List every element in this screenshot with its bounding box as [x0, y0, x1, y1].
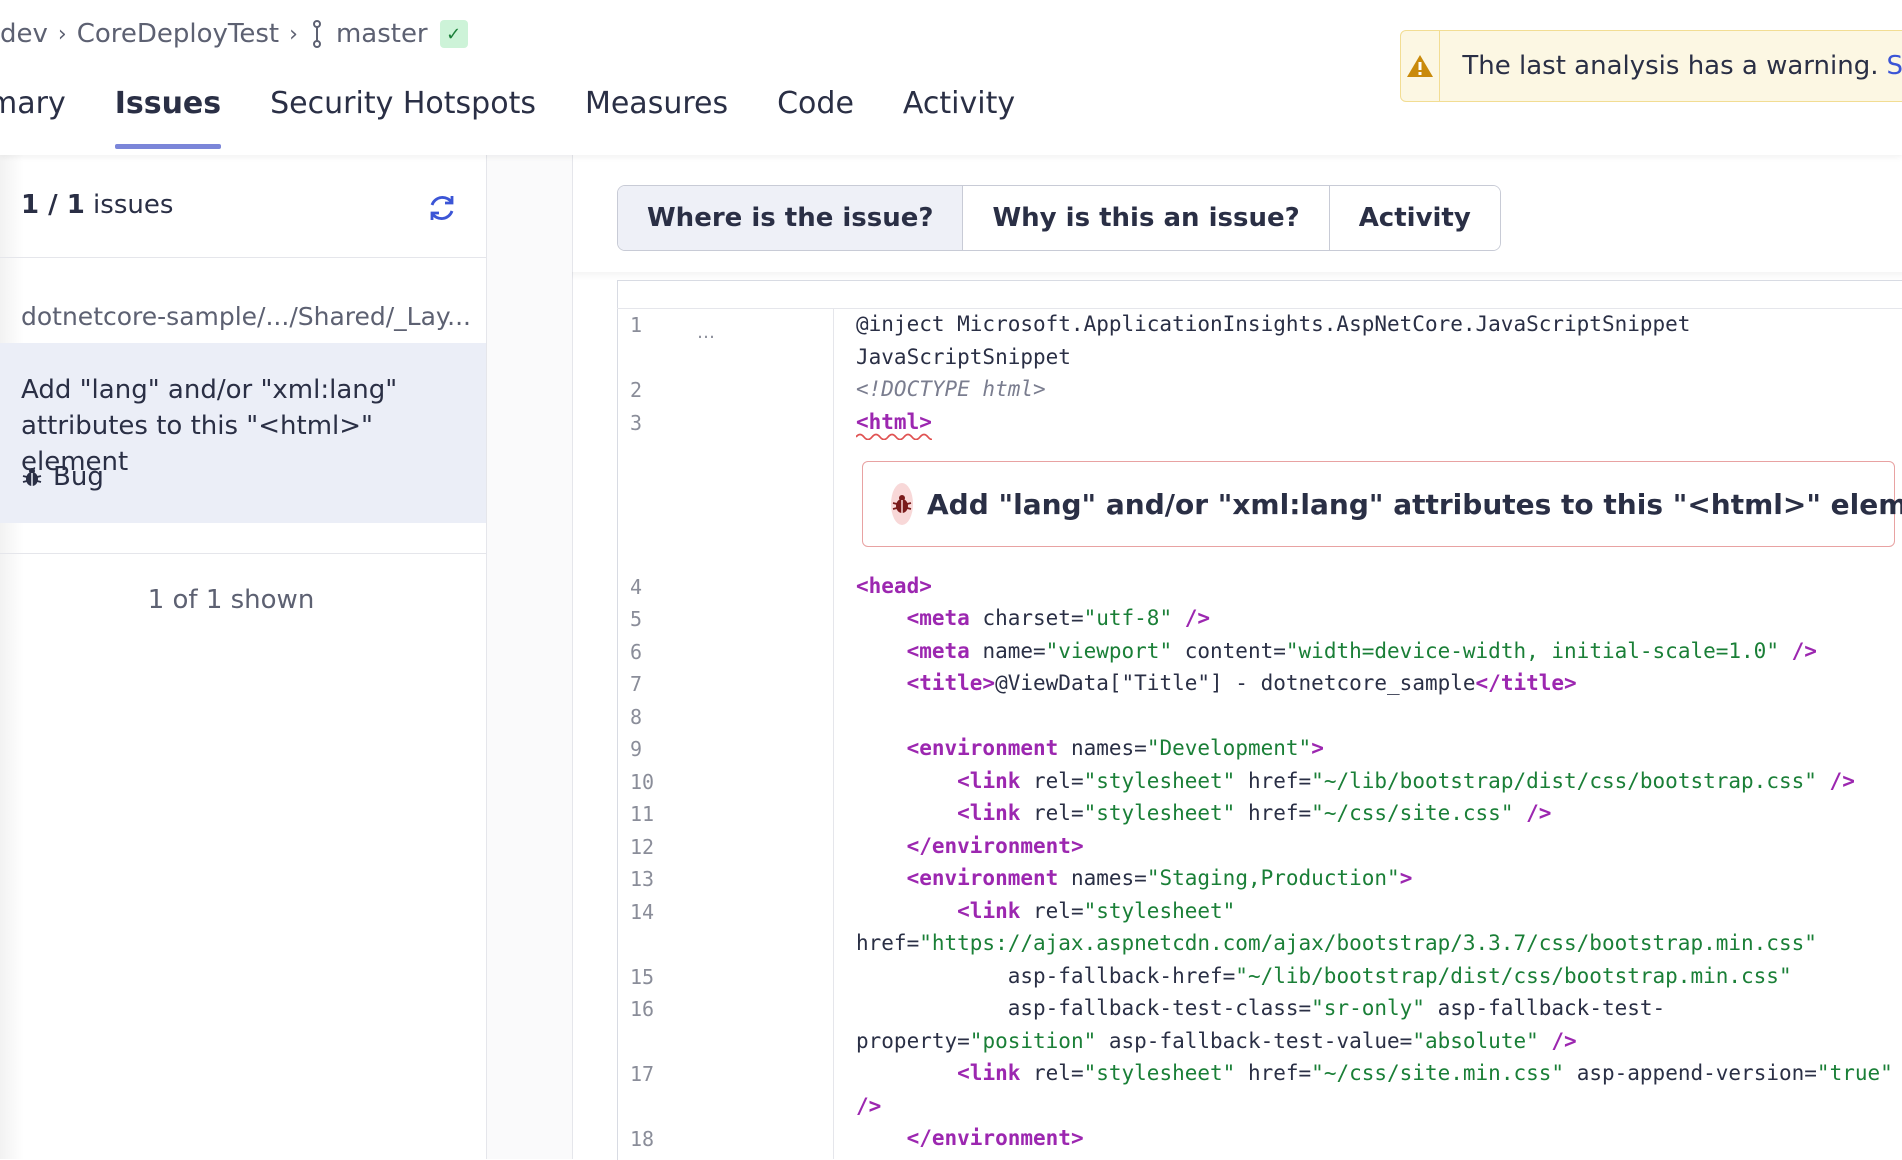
breadcrumb-item-project[interactable]: CoreDeployTest	[77, 19, 279, 49]
issues-count: 1 / 1 issues	[21, 190, 173, 220]
code-line: <link rel="stylesheet" href="~/lib/boots…	[856, 769, 1855, 793]
line-number: 15	[630, 965, 670, 989]
tab-issues[interactable]: Issues	[115, 80, 221, 149]
code-line: JavaScriptSnippet	[856, 345, 1071, 369]
line-number: 5	[630, 607, 670, 631]
chevron-right-icon: ›	[289, 22, 298, 47]
line-number: 12	[630, 835, 670, 859]
code-line: asp-fallback-href="~/lib/bootstrap/dist/…	[856, 964, 1792, 988]
tab-activity[interactable]: Activity	[903, 80, 1015, 149]
code-line: </environment>	[856, 1126, 1084, 1150]
code-line: <html>	[856, 410, 932, 434]
code-line: <title>@ViewData["Title"] - dotnetcore_s…	[856, 671, 1577, 695]
tab-security-hotspots[interactable]: Security Hotspots	[270, 80, 536, 149]
code-line: <link rel="stylesheet"	[856, 899, 1235, 923]
code-line: @inject Microsoft.ApplicationInsights.As…	[856, 312, 1690, 336]
line-number: 3	[630, 411, 670, 435]
code-line: property="position" asp-fallback-test-va…	[856, 1029, 1577, 1053]
project-nav: mary Issues Security Hotspots Measures C…	[0, 80, 1064, 155]
breadcrumb: dev › CoreDeployTest › master ✓	[0, 14, 468, 54]
code-line: />	[856, 1094, 881, 1118]
tabs-shadow	[572, 272, 1902, 280]
tab-measures[interactable]: Measures	[585, 80, 728, 149]
bug-icon	[891, 483, 913, 525]
quality-gate-passed-icon: ✓	[440, 20, 468, 48]
tab-why-is-this-an-issue[interactable]: Why is this an issue?	[963, 186, 1329, 250]
tab-activity-detail[interactable]: Activity	[1330, 186, 1500, 250]
issue-type: Bug	[21, 462, 104, 492]
inline-issue-text: Add "lang" and/or "xml:lang" attributes …	[927, 488, 1902, 521]
code-line: href="https://ajax.aspnetcdn.com/ajax/bo…	[856, 931, 1817, 955]
refresh-icon[interactable]	[426, 192, 458, 224]
divider	[0, 553, 486, 554]
code-line: <!DOCTYPE html>	[856, 377, 1046, 401]
branch-name[interactable]: master	[336, 19, 428, 49]
shown-count: 1 of 1 shown	[0, 585, 462, 615]
line-number: 1	[630, 313, 670, 337]
bug-icon	[21, 466, 43, 488]
line-number: 17	[630, 1062, 670, 1086]
code-line: <meta name="viewport" content="width=dev…	[856, 639, 1817, 663]
code-line: <link rel="stylesheet" href="~/css/site.…	[856, 801, 1551, 825]
divider	[0, 257, 486, 258]
code-line: <environment names="Staging,Production">	[856, 866, 1412, 890]
warning-icon	[1401, 31, 1440, 101]
issue-squiggle	[856, 432, 932, 440]
tab-code[interactable]: Code	[777, 80, 854, 149]
line-number: 16	[630, 997, 670, 1021]
code-line: <link rel="stylesheet" href="~/css/site.…	[856, 1061, 1893, 1085]
line-number: 10	[630, 770, 670, 794]
issue-detail-tabs: Where is the issue? Why is this an issue…	[617, 185, 1501, 251]
line-number: 4	[630, 575, 670, 599]
line-number: 13	[630, 867, 670, 891]
line-number: 14	[630, 900, 670, 924]
panel-gutter	[487, 155, 573, 1159]
warning-details-link[interactable]: Se	[1887, 51, 1902, 81]
tab-where-is-the-issue[interactable]: Where is the issue?	[618, 186, 963, 250]
code-line: <environment names="Development">	[856, 736, 1324, 760]
analysis-warning-banner: The last analysis has a warning.Se	[1400, 30, 1902, 102]
code-line: </environment>	[856, 834, 1084, 858]
line-number: 8	[630, 705, 670, 729]
issue-type-label: Bug	[53, 462, 104, 492]
code-viewer	[617, 280, 1902, 1160]
code-line: asp-fallback-test-class="sr-only" asp-fa…	[856, 996, 1665, 1020]
expand-lines-button[interactable]: …	[697, 322, 715, 343]
chevron-right-icon: ›	[58, 22, 67, 47]
code-gutter-divider	[833, 309, 834, 1159]
code-line: <head>	[856, 574, 932, 598]
inline-issue-message[interactable]: Add "lang" and/or "xml:lang" attributes …	[862, 461, 1895, 547]
breadcrumb-item-dev[interactable]: dev	[0, 19, 48, 49]
line-number: 2	[630, 378, 670, 402]
code-header-divider	[617, 308, 1902, 309]
line-number: 11	[630, 802, 670, 826]
branch-icon	[308, 19, 326, 49]
line-number: 18	[630, 1127, 670, 1151]
code-line: <meta charset="utf-8" />	[856, 606, 1210, 630]
line-number: 9	[630, 737, 670, 761]
line-number: 7	[630, 672, 670, 696]
line-number: 6	[630, 640, 670, 664]
tab-summary[interactable]: mary	[0, 80, 66, 149]
issue-file-path: dotnetcore-sample/.../Shared/_Lay...	[21, 302, 471, 331]
warning-text: The last analysis has a warning.Se	[1462, 51, 1902, 81]
